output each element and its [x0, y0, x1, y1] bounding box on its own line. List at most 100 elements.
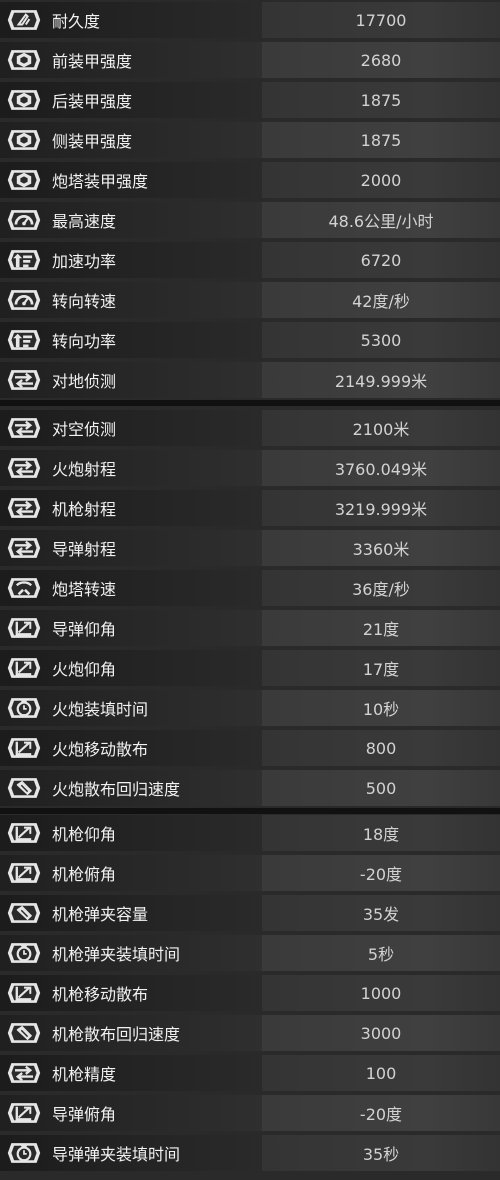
stat-row: 最高速度 48.6公里/小时: [0, 202, 500, 238]
turret-rotation-icon: [4, 570, 44, 606]
stat-value: -20度: [359, 1105, 403, 1124]
angle-icon: [4, 610, 44, 646]
stat-label: 机枪仰角: [52, 825, 117, 844]
stat-value-cell: 3760.049米: [262, 450, 500, 486]
stat-value: 18度: [362, 825, 400, 844]
stat-value: 1875: [360, 130, 402, 150]
armor-icon: [4, 162, 44, 198]
stat-value-cell: 6720: [262, 242, 500, 278]
angle-icon: [4, 1095, 44, 1131]
stat-row: 转向功率 5300: [0, 322, 500, 358]
stat-label-cell: 导弹射程: [0, 530, 262, 566]
stat-row: 机枪俯角 -20度: [0, 855, 500, 891]
stat-row: 炮塔装甲强度 2000: [0, 162, 500, 198]
stat-label-cell: 火炮移动散布: [0, 730, 262, 766]
speedometer-icon: [4, 282, 44, 318]
stat-value-cell: 18度: [262, 815, 500, 851]
durability-icon: [4, 2, 44, 38]
stat-label: 导弹仰角: [52, 620, 117, 639]
stat-value: 1875: [360, 90, 402, 110]
stat-value: 3360米: [352, 540, 410, 559]
stat-row: 导弹仰角 21度: [0, 610, 500, 646]
stat-label-cell: 导弹俯角: [0, 1095, 262, 1131]
stat-value-cell: 21度: [262, 610, 500, 646]
stat-value-cell: -20度: [262, 1095, 500, 1131]
stat-value: 6720: [360, 250, 402, 270]
stat-row: 对空侦测 2100米: [0, 410, 500, 446]
stat-label-cell: 机枪移动散布: [0, 975, 262, 1011]
stat-row: 导弹俯角 -20度: [0, 1095, 500, 1131]
stat-label-cell: 侧装甲强度: [0, 122, 262, 158]
stat-value-cell: 1875: [262, 122, 500, 158]
angle-icon: [4, 855, 44, 891]
stat-row: 机枪弹夹容量 35发: [0, 895, 500, 931]
stat-label: 对空侦测: [52, 420, 117, 439]
stat-label: 机枪弹夹容量: [52, 905, 149, 924]
stat-label-cell: 转向转速: [0, 282, 262, 318]
stat-label-cell: 机枪弹夹容量: [0, 895, 262, 931]
stat-label: 火炮移动散布: [52, 740, 149, 759]
stat-row: 导弹弹夹装填时间 35秒: [0, 1135, 500, 1171]
stat-label-cell: 加速功率: [0, 242, 262, 278]
range-icon: [4, 530, 44, 566]
stat-label-cell: 后装甲强度: [0, 82, 262, 118]
armor-icon: [4, 122, 44, 158]
range-icon: [4, 1055, 44, 1091]
stat-value: 17700: [355, 10, 407, 30]
stat-value-cell: 36度/秒: [262, 570, 500, 606]
stat-label: 耐久度: [52, 12, 101, 31]
stat-label: 最高速度: [52, 212, 117, 231]
power-icon: [4, 322, 44, 358]
stat-label-cell: 转向功率: [0, 322, 262, 358]
stat-label-cell: 机枪散布回归速度: [0, 1015, 262, 1051]
timer-icon: [4, 935, 44, 971]
stat-value-cell: 100: [262, 1055, 500, 1091]
stat-value: 5300: [360, 330, 402, 350]
stat-value: 48.6公里/小时: [328, 212, 434, 231]
stat-value: 1000: [360, 983, 402, 1003]
stat-value: 800: [365, 738, 397, 758]
stat-label-cell: 机枪弹夹装填时间: [0, 935, 262, 971]
stat-value-cell: 2100米: [262, 410, 500, 446]
stat-row: 火炮移动散布 800: [0, 730, 500, 766]
stat-value-cell: 35发: [262, 895, 500, 931]
stat-row: 机枪仰角 18度: [0, 815, 500, 851]
stat-label: 转向转速: [52, 292, 117, 311]
stat-value-cell: 2680: [262, 42, 500, 78]
stat-label-cell: 炮塔装甲强度: [0, 162, 262, 198]
stat-label-cell: 导弹弹夹装填时间: [0, 1135, 262, 1171]
stat-value: 42度/秒: [352, 292, 410, 311]
stat-label: 后装甲强度: [52, 92, 133, 111]
stat-label-cell: 前装甲强度: [0, 42, 262, 78]
stat-row: 对地侦测 2149.999米: [0, 362, 500, 398]
range-icon: [4, 362, 44, 398]
stat-value-cell: 17度: [262, 650, 500, 686]
stat-value-cell: 2000: [262, 162, 500, 198]
stat-row: 机枪散布回归速度 3000: [0, 1015, 500, 1051]
stat-label-cell: 机枪精度: [0, 1055, 262, 1091]
stat-value-cell: 42度/秒: [262, 282, 500, 318]
stat-label: 火炮仰角: [52, 660, 117, 679]
stat-label: 机枪俯角: [52, 865, 117, 884]
stat-label: 对地侦测: [52, 372, 117, 391]
timer-icon: [4, 1135, 44, 1171]
stat-value: 5秒: [367, 945, 395, 964]
stat-value-cell: 35秒: [262, 1135, 500, 1171]
stat-value: 100: [365, 1063, 397, 1083]
section-divider: [0, 400, 500, 406]
stat-row: 火炮散布回归速度 500: [0, 770, 500, 806]
stat-value-cell: 3219.999米: [262, 490, 500, 526]
stat-value: 500: [365, 778, 397, 798]
stat-label: 火炮射程: [52, 460, 117, 479]
stat-row: 侧装甲强度 1875: [0, 122, 500, 158]
stat-value-cell: -20度: [262, 855, 500, 891]
stat-label: 转向功率: [52, 332, 117, 351]
angle-icon: [4, 975, 44, 1011]
stat-value: 17度: [362, 660, 400, 679]
stat-label-cell: 火炮装填时间: [0, 690, 262, 726]
armor-icon: [4, 82, 44, 118]
stat-value-cell: 10秒: [262, 690, 500, 726]
stat-label: 机枪射程: [52, 500, 117, 519]
range-icon: [4, 450, 44, 486]
stat-value: 2000: [360, 170, 402, 190]
